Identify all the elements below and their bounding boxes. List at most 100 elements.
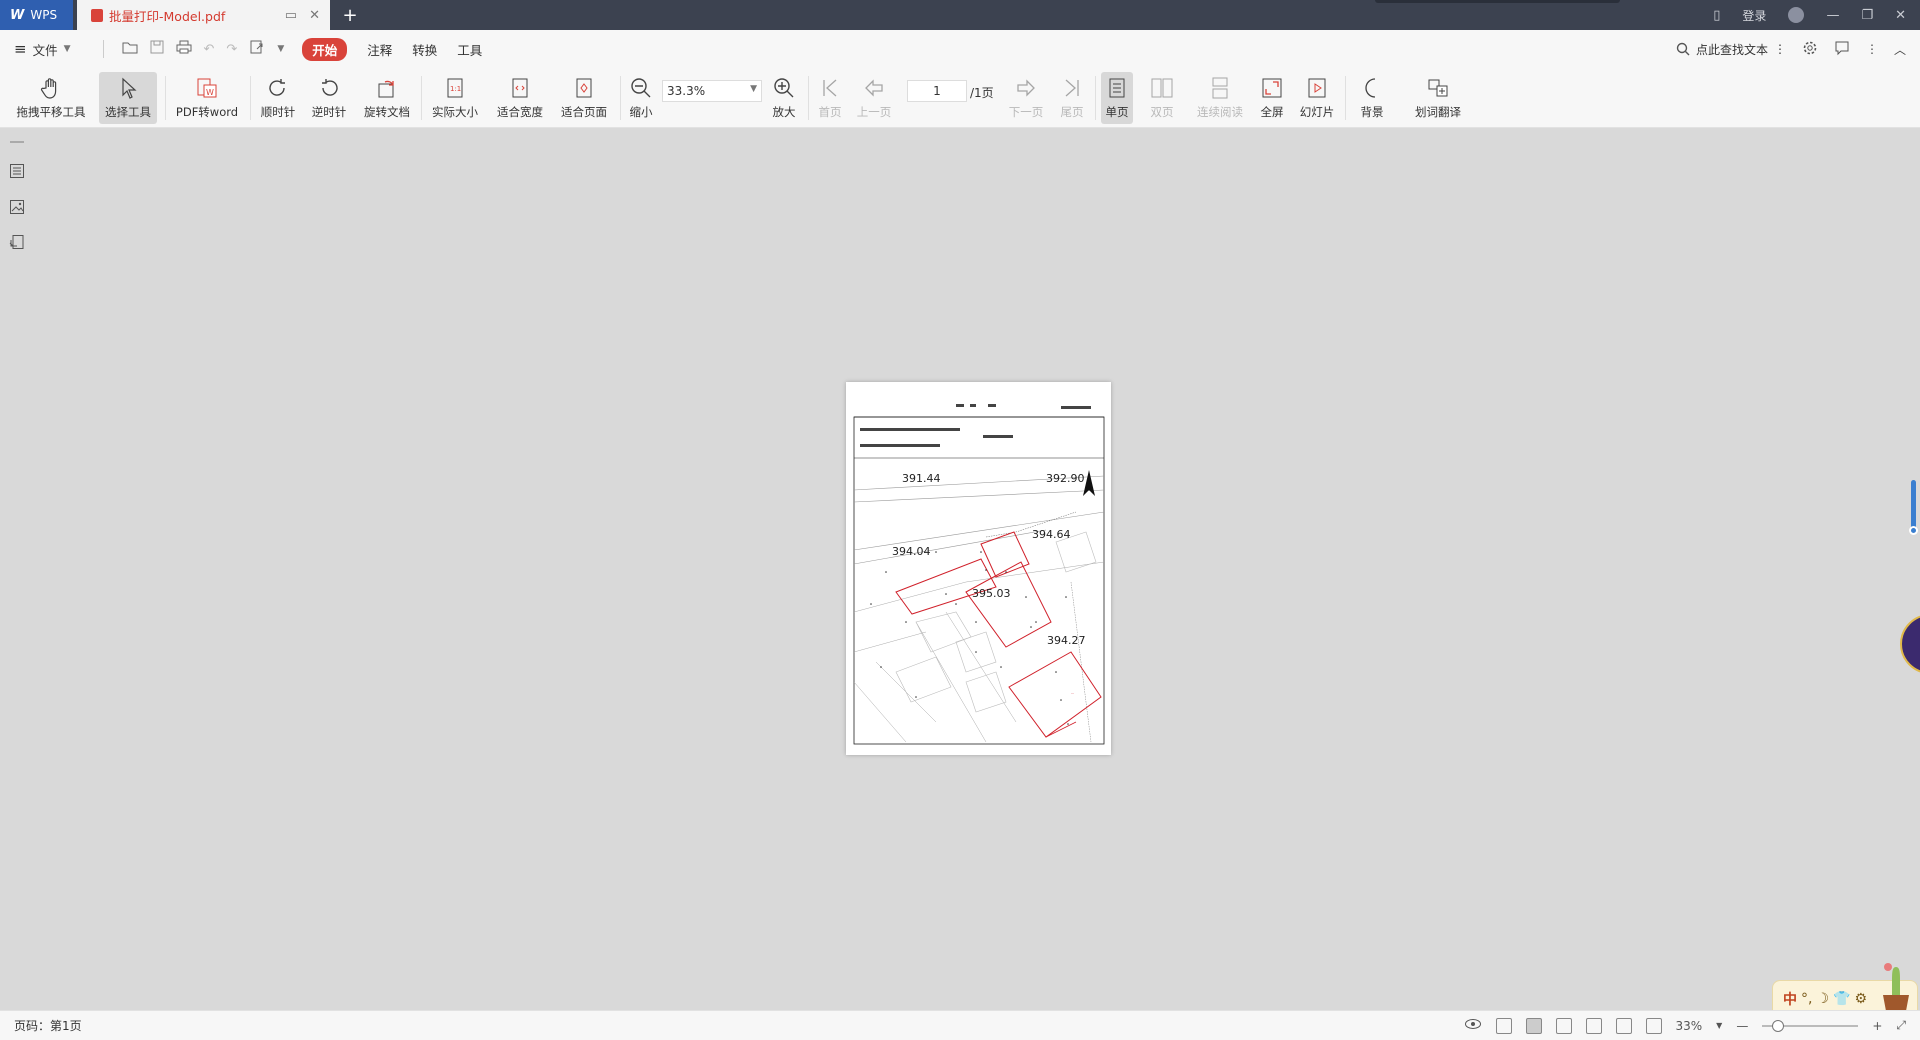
- continuous-read-button[interactable]: 连续阅读: [1192, 72, 1248, 124]
- first-page-button[interactable]: 首页: [814, 72, 846, 124]
- last-page-icon: [1060, 76, 1084, 100]
- rotate-document-label: 旋转文档: [364, 105, 410, 119]
- redo-icon[interactable]: ↷: [226, 42, 237, 57]
- more-dropdown-icon[interactable]: ▼: [277, 44, 284, 54]
- double-page-label: 双页: [1150, 105, 1174, 119]
- chevron-down-icon[interactable]: ▼: [1716, 1021, 1722, 1030]
- new-tab-button[interactable]: +: [330, 0, 370, 30]
- thumbnail-icon[interactable]: [9, 199, 25, 215]
- next-page-button[interactable]: 下一页: [1004, 72, 1048, 124]
- tab-start[interactable]: 开始: [302, 37, 348, 61]
- slideshow-icon: [1305, 76, 1329, 100]
- rotate-clockwise-label: 顺时针: [260, 105, 296, 119]
- actual-size-button[interactable]: 1:1 实际大小: [428, 72, 482, 124]
- svg-text:W: W: [206, 88, 214, 97]
- avatar[interactable]: [1788, 7, 1805, 23]
- double-page-button[interactable]: 双页: [1142, 72, 1182, 124]
- outline-icon[interactable]: [9, 163, 25, 179]
- fit-width-icon[interactable]: [1645, 1017, 1662, 1034]
- translate-icon: [1426, 76, 1450, 100]
- rotate-document-button[interactable]: 旋转文档: [360, 72, 414, 124]
- elevation-label: 392.90: [1046, 472, 1085, 485]
- rotate-document-icon: [375, 76, 399, 100]
- gear-icon[interactable]: ⚙: [1854, 991, 1867, 1007]
- print-icon[interactable]: [176, 40, 192, 58]
- double-view-icon[interactable]: [1555, 1017, 1572, 1034]
- zoom-slider-thumb[interactable]: [1772, 1019, 1785, 1032]
- save-icon[interactable]: [150, 40, 164, 58]
- single-view-icon[interactable]: [1525, 1017, 1542, 1034]
- eye-protection-icon[interactable]: [1464, 1017, 1482, 1034]
- find-text-button[interactable]: 点此查找文本 ⋮: [1676, 41, 1786, 58]
- fit-width-button[interactable]: 适合宽度: [492, 72, 548, 124]
- first-page-icon: [818, 76, 842, 100]
- actual-size-icon[interactable]: [1585, 1017, 1602, 1034]
- select-tool-label: 选择工具: [105, 105, 151, 119]
- single-page-button[interactable]: 单页: [1101, 72, 1133, 124]
- wps-home-tab[interactable]: W WPS: [0, 0, 73, 30]
- minimize-icon[interactable]: —: [1826, 8, 1839, 23]
- floating-assistant-ball[interactable]: [1900, 614, 1920, 674]
- moon-icon[interactable]: ☽: [1816, 991, 1829, 1007]
- zoom-in-icon: [772, 76, 796, 100]
- tab-convert[interactable]: 转换: [412, 38, 437, 61]
- pdf-to-word-button[interactable]: W PDF转word: [172, 72, 242, 124]
- left-sidebar: [0, 129, 34, 1009]
- rotate-counterclockwise-label: 逆时针: [311, 105, 347, 119]
- zoom-level-select[interactable]: 33.3% ▼: [662, 80, 762, 102]
- restore-icon[interactable]: ❐: [1861, 8, 1873, 23]
- shirt-icon[interactable]: 👕: [1833, 991, 1850, 1007]
- undo-icon[interactable]: ↶: [204, 42, 215, 57]
- login-link[interactable]: 登录: [1742, 7, 1766, 24]
- previous-page-button[interactable]: 上一页: [852, 72, 896, 124]
- file-menu[interactable]: ≡ 文件 ▼: [14, 40, 71, 59]
- zoom-out-button[interactable]: 缩小: [625, 72, 657, 124]
- floating-scroll-knob[interactable]: [1909, 526, 1918, 535]
- export-icon[interactable]: [249, 40, 265, 58]
- fullscreen-icon[interactable]: ⤢: [1896, 1018, 1906, 1033]
- tab-tools[interactable]: 工具: [457, 38, 482, 61]
- window-layout-icon[interactable]: ▯: [1713, 8, 1720, 23]
- zoom-slider[interactable]: [1762, 1019, 1859, 1032]
- more-options-icon[interactable]: ⋮: [1866, 42, 1878, 56]
- document-page[interactable]: ... 391.44 392.90 394.64 394.04 395.03 3…: [846, 382, 1111, 755]
- collapse-ribbon-icon[interactable]: ︿: [1894, 41, 1906, 58]
- fit-page-icon[interactable]: [1615, 1017, 1632, 1034]
- annotation-list-icon[interactable]: [9, 234, 25, 250]
- rotate-counterclockwise-button[interactable]: 逆时针: [306, 72, 352, 124]
- punctuation-icon[interactable]: °,: [1801, 991, 1812, 1007]
- slideshow-label: 幻灯片: [1299, 105, 1335, 119]
- wps-logo-icon: W: [10, 7, 25, 23]
- zoom-in-button[interactable]: 放大: [768, 72, 800, 124]
- open-folder-icon[interactable]: [122, 40, 138, 58]
- ime-language[interactable]: 中: [1783, 989, 1797, 1009]
- zoom-level-value: 33.3%: [667, 84, 706, 98]
- sidebar-handle[interactable]: [10, 141, 24, 143]
- tab-close-icon[interactable]: ✕: [309, 8, 320, 23]
- document-tab[interactable]: 批量打印-Model.pdf ▭ ✕: [77, 0, 330, 30]
- zoom-in-icon[interactable]: +: [1872, 1019, 1882, 1033]
- slideshow-button[interactable]: 幻灯片: [1297, 72, 1337, 124]
- page-indicator: 页码：第1页: [14, 1019, 82, 1033]
- pan-tool-button[interactable]: 拖拽平移工具: [12, 72, 90, 124]
- gear-icon[interactable]: [1802, 40, 1818, 59]
- tab-float-icon[interactable]: ▭: [285, 8, 297, 23]
- last-page-button[interactable]: 尾页: [1056, 72, 1088, 124]
- rotate-clockwise-button[interactable]: 顺时针: [255, 72, 301, 124]
- fullscreen-icon: [1260, 76, 1284, 100]
- select-tool-button[interactable]: 选择工具: [99, 72, 157, 124]
- tab-annotate[interactable]: 注释: [367, 38, 392, 61]
- close-window-icon[interactable]: ✕: [1895, 8, 1906, 23]
- zoom-percent[interactable]: 33%: [1676, 1019, 1703, 1033]
- floating-scroll-indicator[interactable]: [1911, 480, 1916, 532]
- page-number-input[interactable]: 1: [907, 80, 967, 102]
- background-button[interactable]: 背景: [1352, 72, 1392, 124]
- translate-button[interactable]: 划词翻译: [1408, 72, 1468, 124]
- double-page-icon: [1150, 76, 1174, 100]
- actual-size-icon: 1:1: [443, 76, 467, 100]
- fullscreen-button[interactable]: 全屏: [1256, 72, 1288, 124]
- continuous-view-icon[interactable]: [1495, 1017, 1512, 1034]
- comment-icon[interactable]: [1834, 40, 1850, 59]
- zoom-out-icon[interactable]: —: [1736, 1019, 1748, 1033]
- fit-page-button[interactable]: 适合页面: [556, 72, 612, 124]
